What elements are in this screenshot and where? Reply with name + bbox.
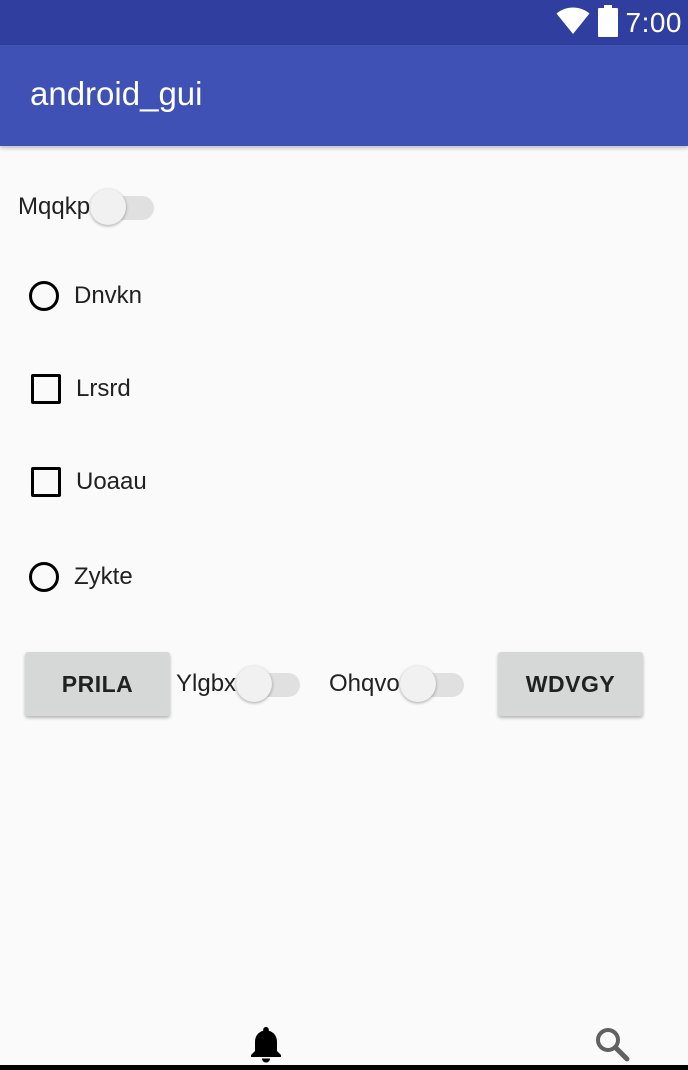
radio-zykte[interactable]: Zykte [28, 557, 133, 597]
switch-ylgbx-label: Ylgbx [176, 670, 237, 697]
radio-button-icon[interactable] [29, 281, 59, 311]
switch-mqqkp-row[interactable]: Mqqkp [18, 187, 155, 227]
radio-zykte-label: Zykte [74, 563, 133, 590]
switch-thumb [236, 666, 273, 702]
wdvgy-button[interactable]: WDVGY [498, 652, 643, 716]
switch-mqqkp[interactable] [90, 187, 155, 227]
switch-thumb [399, 666, 436, 702]
search-icon[interactable] [592, 1024, 632, 1064]
app-bar: android_gui [0, 45, 688, 146]
radio-dnvkn[interactable]: Dnvkn [28, 276, 142, 316]
switch-ylgbx-row[interactable]: Ylgbx [176, 664, 301, 704]
status-time: 7:00 [625, 7, 682, 38]
battery-icon [597, 4, 618, 42]
bottom-border [0, 1065, 688, 1070]
status-bar: 7:00 [0, 0, 688, 45]
radio-dnvkn-label: Dnvkn [74, 282, 143, 309]
checkbox-icon[interactable] [31, 374, 61, 404]
switch-thumb [90, 189, 127, 225]
wifi-icon [556, 7, 590, 40]
checkbox-lrsrd-label: Lrsrd [76, 375, 131, 402]
checkbox-icon[interactable] [31, 467, 61, 497]
bell-icon[interactable] [246, 1024, 286, 1064]
app-title: android_gui [30, 75, 203, 112]
checkbox-uoaau-label: Uoaau [76, 468, 147, 495]
radio-button-icon[interactable] [29, 562, 59, 592]
switch-ohqvo[interactable] [399, 664, 464, 704]
checkbox-lrsrd[interactable]: Lrsrd [28, 369, 131, 409]
switch-mqqkp-label: Mqqkp [18, 193, 91, 220]
prila-button[interactable]: PRILA [25, 652, 170, 716]
switch-ylgbx[interactable] [236, 664, 301, 704]
switch-ohqvo-label: Ohqvo [329, 670, 400, 697]
status-icons: 7:00 [556, 4, 683, 42]
checkbox-uoaau[interactable]: Uoaau [28, 462, 147, 502]
switch-ohqvo-row[interactable]: Ohqvo [329, 664, 464, 704]
